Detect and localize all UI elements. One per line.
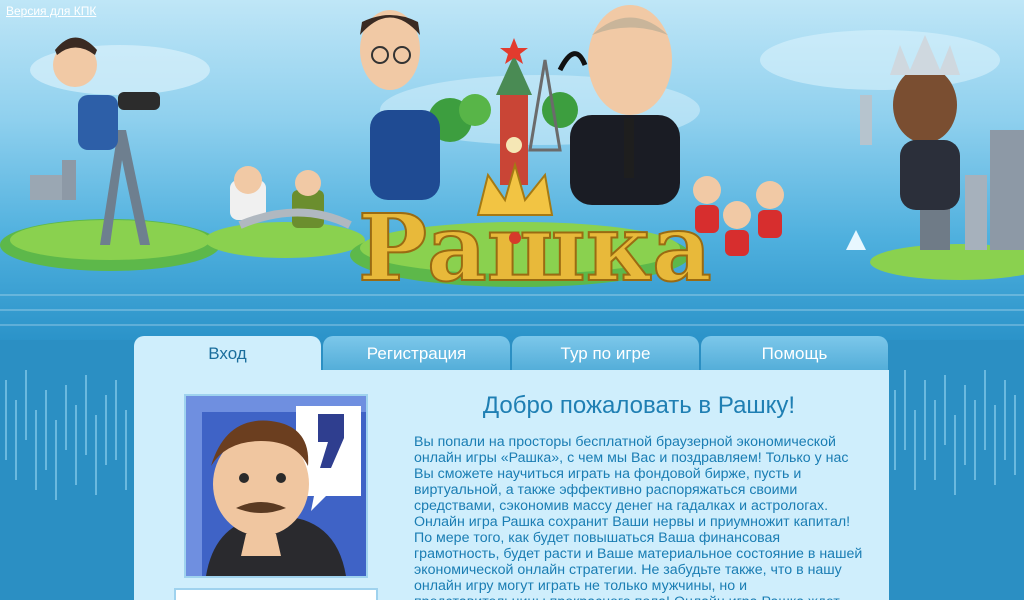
content-panel: Добро пожаловать в Рашку! Вы попали на п… [134, 370, 889, 600]
stock-chart-pattern-left [5, 370, 127, 500]
cartoon-man-portrait-icon [186, 396, 366, 576]
avatar-caption-box [174, 588, 378, 600]
tab-login[interactable]: Вход [134, 336, 321, 372]
tab-registration[interactable]: Регистрация [323, 336, 510, 370]
tab-game-tour[interactable]: Тур по игре [512, 336, 699, 370]
crown-icon [476, 161, 554, 216]
avatar [184, 394, 368, 578]
middle-island [205, 222, 365, 258]
cartoon-character-liberty-crown [893, 67, 957, 143]
banner-illustration: Рашка [0, 5, 1024, 326]
header-banner: Рашка Версия для КПК [0, 0, 1024, 340]
cartoon-character-blue-suit [370, 110, 440, 200]
page-title: Добро пожаловать в Рашку! [482, 392, 796, 419]
tab-help[interactable]: Помощь [701, 336, 888, 370]
cartoon-kids-group [693, 176, 721, 204]
welcome-text: Вы попали на просторы бесплатной браузер… [414, 434, 863, 600]
mobile-version-link[interactable]: Версия для КПК [6, 4, 96, 18]
main-tabs: Вход Регистрация Тур по игре Помощь [134, 336, 889, 372]
stock-chart-pattern-right [894, 370, 1016, 495]
